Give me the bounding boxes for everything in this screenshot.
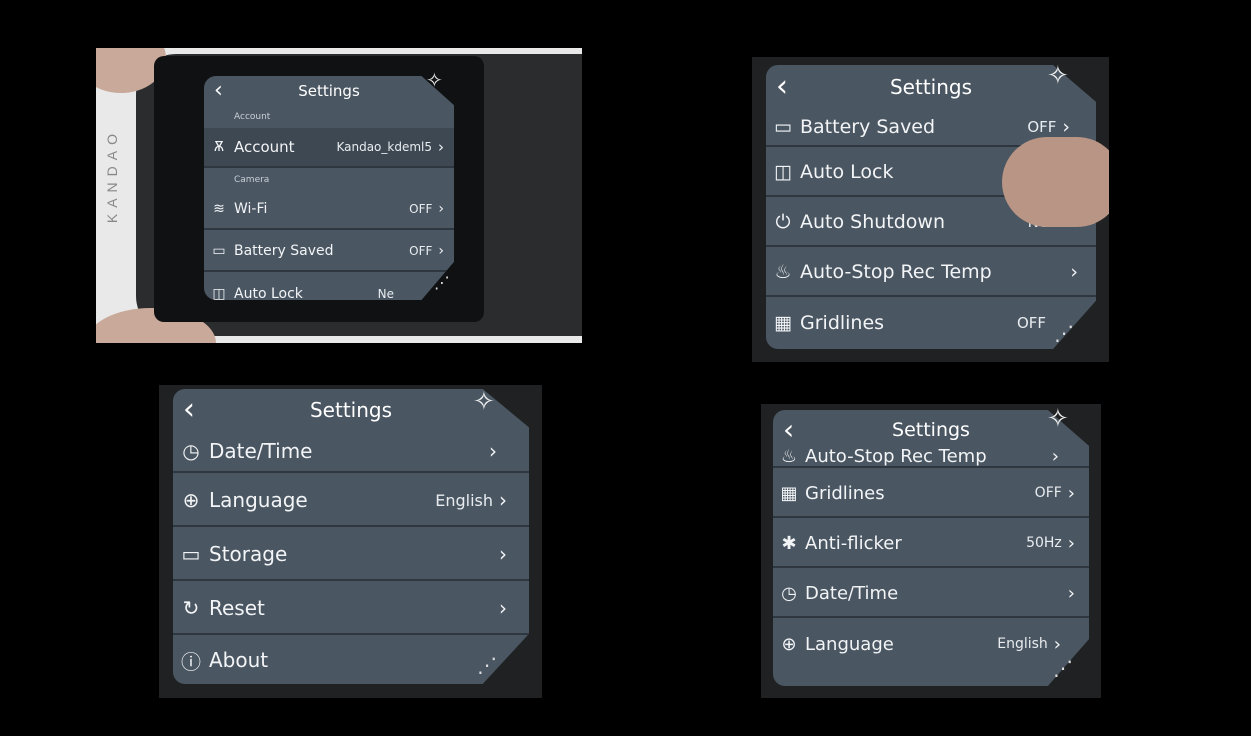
list-item-battery-saved[interactable]: ▭ Battery Saved OFF › [204,232,454,272]
list-item-language[interactable]: ⊕ Language English › [773,620,1089,668]
chevron-right-icon: › [1053,633,1061,655]
page-title: Settings [889,75,973,99]
page-title: Settings [309,398,393,422]
finger-pointing [1002,137,1109,227]
header: ‹ Settings [204,76,454,106]
chevron-right-icon: › [1070,261,1078,283]
list-item-auto-stop-rec-temp[interactable]: ♨ Auto-Stop Rec Temp › [766,249,1096,297]
header: ‹ Settings [773,410,1089,450]
list-item-language[interactable]: ⊕ Language English › [173,475,529,527]
chevron-right-icon: › [1067,532,1075,554]
reset-icon: ↻ [182,596,200,620]
device-brand: KANDAO [104,128,120,224]
clock-icon: ◷ [182,439,200,463]
back-icon[interactable]: ‹ [214,76,223,106]
panel-device-account: KANDAO ‹ Settings Account Ѫ Account Kand… [96,48,582,343]
battery-icon: ▭ [212,243,226,259]
info-icon: ⓘ [181,649,201,674]
chevron-right-icon: › [1051,446,1059,467]
settings-screen: ‹ Settings ◷ Date/Time › ⊕ Language Engl… [173,389,529,684]
more-dots-icon[interactable]: ⋰ [477,653,497,677]
storage-icon: ▭ [181,542,201,566]
clock-icon: ◷ [781,582,797,604]
sparkle-icon: ✧ [426,68,443,92]
globe-icon: ⊕ [182,488,200,512]
list-item-auto-stop-rec-temp[interactable]: ♨ Auto-Stop Rec Temp › [773,446,1089,468]
battery-icon: ▭ [774,116,792,138]
list-item-gridlines[interactable]: ▦ Gridlines OFF › [773,470,1089,518]
page-title: Settings [892,419,970,441]
chevron-right-icon: › [438,201,444,217]
grid-icon: ▦ [780,482,798,504]
chevron-right-icon: › [499,596,507,620]
sparkle-icon: ✧ [1047,404,1069,434]
back-icon[interactable]: ‹ [783,410,794,450]
back-icon[interactable]: ‹ [183,389,195,431]
sparkle-icon: ✧ [473,387,495,417]
back-icon[interactable]: ‹ [776,65,788,109]
chevron-right-icon: › [1062,116,1070,138]
chevron-right-icon: › [438,138,444,156]
more-dots-icon[interactable]: ⋰ [1053,656,1073,680]
panel-settings-power: ‹ Settings ▭ Battery Saved OFF › ◫ Auto … [752,57,1109,362]
section-label-camera: Camera [234,175,270,185]
lock-icon: ◫ [774,161,792,183]
list-item-storage[interactable]: ▭ Storage › [173,529,529,581]
list-item-account[interactable]: Ѫ Account Kandao_kdeml5 › [204,128,454,168]
list-item-date-time[interactable]: ◷ Date/Time › [173,431,529,473]
grid-icon: ▦ [774,312,792,334]
sparkle-icon: ✧ [1047,61,1069,91]
thermometer-icon: ♨ [780,446,798,467]
panel-settings-system: ‹ Settings ◷ Date/Time › ⊕ Language Engl… [159,385,542,698]
antiflicker-icon: ✱ [781,532,797,554]
settings-screen: ‹ Settings ♨ Auto-Stop Rec Temp › ▦ Grid… [773,410,1089,686]
section-label-account: Account [234,112,271,122]
more-dots-icon[interactable]: ⋰ [434,273,450,292]
user-icon: Ѫ [213,139,225,155]
list-item-gridlines[interactable]: ▦ Gridlines OFF [766,299,1096,347]
chevron-right-icon: › [499,488,507,512]
panel-settings-display: ‹ Settings ♨ Auto-Stop Rec Temp › ▦ Grid… [761,404,1101,698]
list-item-about[interactable]: ⓘ About [173,637,529,683]
list-item-reset[interactable]: ↻ Reset › [173,583,529,635]
globe-icon: ⊕ [781,633,797,655]
list-item-wifi[interactable]: ≋ Wi-Fi OFF › [204,190,454,230]
page-title: Settings [298,82,360,100]
list-item-date-time[interactable]: ◷ Date/Time › [773,570,1089,618]
settings-screen: ‹ Settings Account Ѫ Account Kandao_kdem… [204,76,454,300]
chevron-right-icon: › [1067,582,1075,604]
chevron-right-icon: › [489,439,497,463]
list-item-auto-lock[interactable]: ◫ Auto Lock Ne [204,274,454,300]
power-icon: ⏻ [775,211,791,233]
thermometer-icon: ♨ [774,261,792,283]
lock-icon: ◫ [212,286,226,300]
list-item-anti-flicker[interactable]: ✱ Anti-flicker 50Hz › [773,520,1089,568]
more-dots-icon[interactable]: ⋰ [1054,321,1074,345]
wifi-icon: ≋ [213,201,225,217]
chevron-right-icon: › [438,243,444,259]
chevron-right-icon: › [499,542,507,566]
chevron-right-icon: › [1067,482,1075,504]
